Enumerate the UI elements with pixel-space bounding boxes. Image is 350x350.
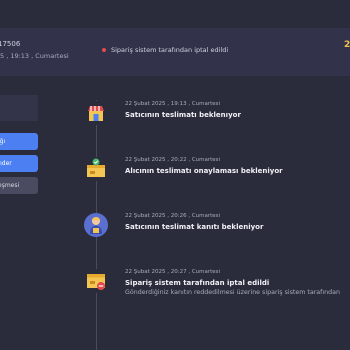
order-id: 17506 xyxy=(0,40,21,48)
corner-value: 2 xyxy=(344,40,350,50)
box-cancel-icon xyxy=(84,269,108,293)
event-description: Gönderdiğiniz kanıtın reddedilmesi üzeri… xyxy=(125,289,340,296)
event-title: Alıcının teslimatı onaylaması bekleniyor xyxy=(125,167,283,175)
order-header: 17506 5 , 19:13 , Cumartesi Sipariş sist… xyxy=(0,28,350,76)
event-date: 22 Şubat 2025 , 19:13 , Cumartesi xyxy=(125,101,221,107)
event-title: Satıcının teslimat kanıtı bekleniyor xyxy=(125,223,264,231)
order-date: 5 , 19:13 , Cumartesi xyxy=(0,52,69,60)
store-icon xyxy=(84,101,108,125)
sidebar-panel xyxy=(0,95,38,121)
event-title: Satıcının teslimatı beklenıyor xyxy=(125,111,241,119)
sidebar-button-3[interactable]: eşmesi xyxy=(0,177,38,194)
event-title: Sipariş sistem tarafından iptal edildi xyxy=(125,279,270,287)
status-dot-icon xyxy=(102,48,106,52)
sidebar-button-1[interactable]: ığı xyxy=(0,133,38,150)
event-date: 22 Şubat 2025 , 20:26 , Cumartesi xyxy=(125,213,221,219)
event-date: 22 Şubat 2025 , 20:22 , Cumartesi xyxy=(125,157,221,163)
cancel-status: Sipariş sistem tarafından iptal edildi xyxy=(102,46,228,54)
box-check-icon xyxy=(84,157,108,181)
sidebar-button-2[interactable]: nder xyxy=(0,155,38,172)
cancel-status-text: Sipariş sistem tarafından iptal edildi xyxy=(111,46,229,54)
event-date: 22 Şubat 2025 , 20:27 , Cumartesi xyxy=(125,269,221,275)
courier-icon xyxy=(84,213,108,237)
